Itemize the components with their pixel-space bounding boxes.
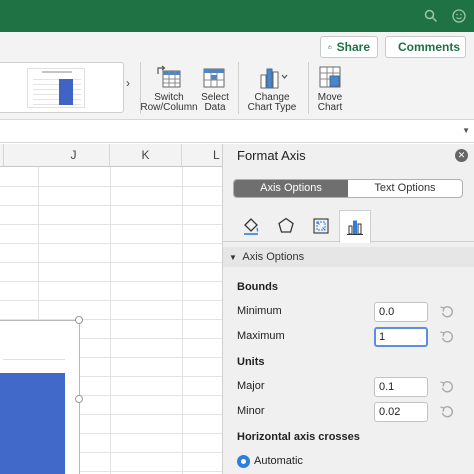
formula-bar-expand-icon[interactable]: ▼ — [462, 126, 470, 135]
reset-minimum-icon[interactable] — [439, 305, 455, 319]
gridline — [0, 300, 222, 301]
reset-minor-icon[interactable] — [439, 405, 455, 419]
move-chart-label-2: Chart — [317, 102, 343, 113]
maximum-input[interactable]: 1 — [374, 327, 428, 347]
automatic-radio-label[interactable]: Automatic — [254, 455, 303, 467]
switch-row-column-icon — [157, 65, 181, 88]
gridline — [182, 167, 183, 474]
pane-title: Format Axis — [237, 148, 306, 163]
gridline — [0, 224, 222, 225]
collapse-triangle-icon: ▼ — [229, 253, 237, 262]
format-axis-pane: Format Axis ✕ Axis Options Text Options — [222, 144, 474, 474]
ribbon-divider — [238, 62, 239, 114]
tab-size-properties[interactable] — [305, 210, 337, 242]
tab-axis-options-icon[interactable] — [339, 210, 371, 243]
change-chart-type-icon — [260, 68, 288, 89]
share-icon — [328, 45, 332, 49]
share-label: Share — [336, 40, 370, 54]
select-data-label-2: Data — [204, 102, 226, 113]
minor-label: Minor — [237, 405, 265, 417]
comments-button[interactable]: Comments — [385, 36, 466, 58]
gridline — [0, 186, 222, 187]
ribbon: Share Comments › Switch Row/Column Selec… — [0, 32, 474, 120]
fill-line-icon — [244, 218, 259, 235]
horizontal-axis-crosses-heading: Horizontal axis crosses — [237, 431, 360, 443]
switch-row-column-button[interactable]: Switch Row/Column — [140, 62, 198, 118]
formula-bar[interactable]: ▼ — [0, 121, 474, 143]
minor-input[interactable]: 0.02 — [374, 402, 428, 422]
reset-maximum-icon[interactable] — [439, 330, 455, 344]
gallery-next-arrow-icon[interactable]: › — [126, 76, 130, 90]
tab-text-options[interactable]: Text Options — [348, 180, 462, 197]
size-properties-icon — [313, 218, 329, 234]
switch-row-column-label-2: Row/Column — [140, 102, 198, 113]
chart-style-thumbnail[interactable] — [27, 68, 85, 108]
options-segmented-control: Axis Options Text Options — [233, 179, 463, 198]
column-header[interactable]: K — [110, 144, 182, 167]
select-data-button[interactable]: Select Data — [198, 62, 232, 118]
major-label: Major — [237, 380, 265, 392]
tab-axis-options[interactable]: Axis Options — [234, 180, 348, 197]
embedded-chart[interactable] — [0, 320, 80, 474]
chart-bar[interactable] — [0, 373, 65, 474]
change-chart-type-button[interactable]: Change Chart Type — [242, 62, 302, 118]
chart-resize-handle[interactable] — [75, 395, 83, 403]
axis-options-icon — [347, 220, 363, 235]
chart-styles-gallery[interactable] — [0, 62, 124, 113]
smiley-icon[interactable] — [452, 9, 466, 23]
select-data-icon — [203, 68, 225, 88]
column-header[interactable]: J — [38, 144, 110, 167]
gridline — [0, 205, 222, 206]
format-icon-tabs — [223, 210, 474, 243]
units-heading: Units — [237, 356, 265, 368]
chart-resize-handle[interactable] — [75, 316, 83, 324]
move-chart-button[interactable]: Move Chart — [311, 62, 349, 118]
bounds-heading: Bounds — [237, 281, 278, 293]
effects-icon — [278, 217, 294, 233]
move-chart-icon — [319, 66, 341, 88]
gridline — [0, 262, 222, 263]
gridline — [110, 167, 111, 474]
chart-gridline — [3, 359, 65, 360]
comments-label: Comments — [398, 40, 461, 54]
minimum-label: Minimum — [237, 305, 282, 317]
axis-options-section-header[interactable]: ▼ Axis Options — [223, 247, 474, 267]
tab-effects[interactable] — [270, 210, 302, 242]
ribbon-divider — [308, 62, 309, 114]
section-title: Axis Options — [242, 251, 305, 263]
gridline — [0, 281, 222, 282]
gridline — [0, 243, 222, 244]
change-chart-type-label-2: Chart Type — [247, 102, 297, 113]
maximum-label: Maximum — [237, 330, 285, 342]
close-icon[interactable]: ✕ — [455, 149, 468, 162]
automatic-radio[interactable] — [237, 455, 250, 468]
title-bar — [0, 0, 474, 32]
spreadsheet-grid[interactable]: I J K L — [0, 144, 222, 474]
tab-fill-line[interactable] — [235, 210, 267, 242]
search-icon[interactable] — [424, 9, 438, 23]
share-button[interactable]: Share — [320, 36, 378, 58]
reset-major-icon[interactable] — [439, 380, 455, 394]
major-input[interactable]: 0.1 — [374, 377, 428, 397]
column-header[interactable]: L — [182, 144, 222, 167]
minimum-input[interactable]: 0.0 — [374, 302, 428, 322]
